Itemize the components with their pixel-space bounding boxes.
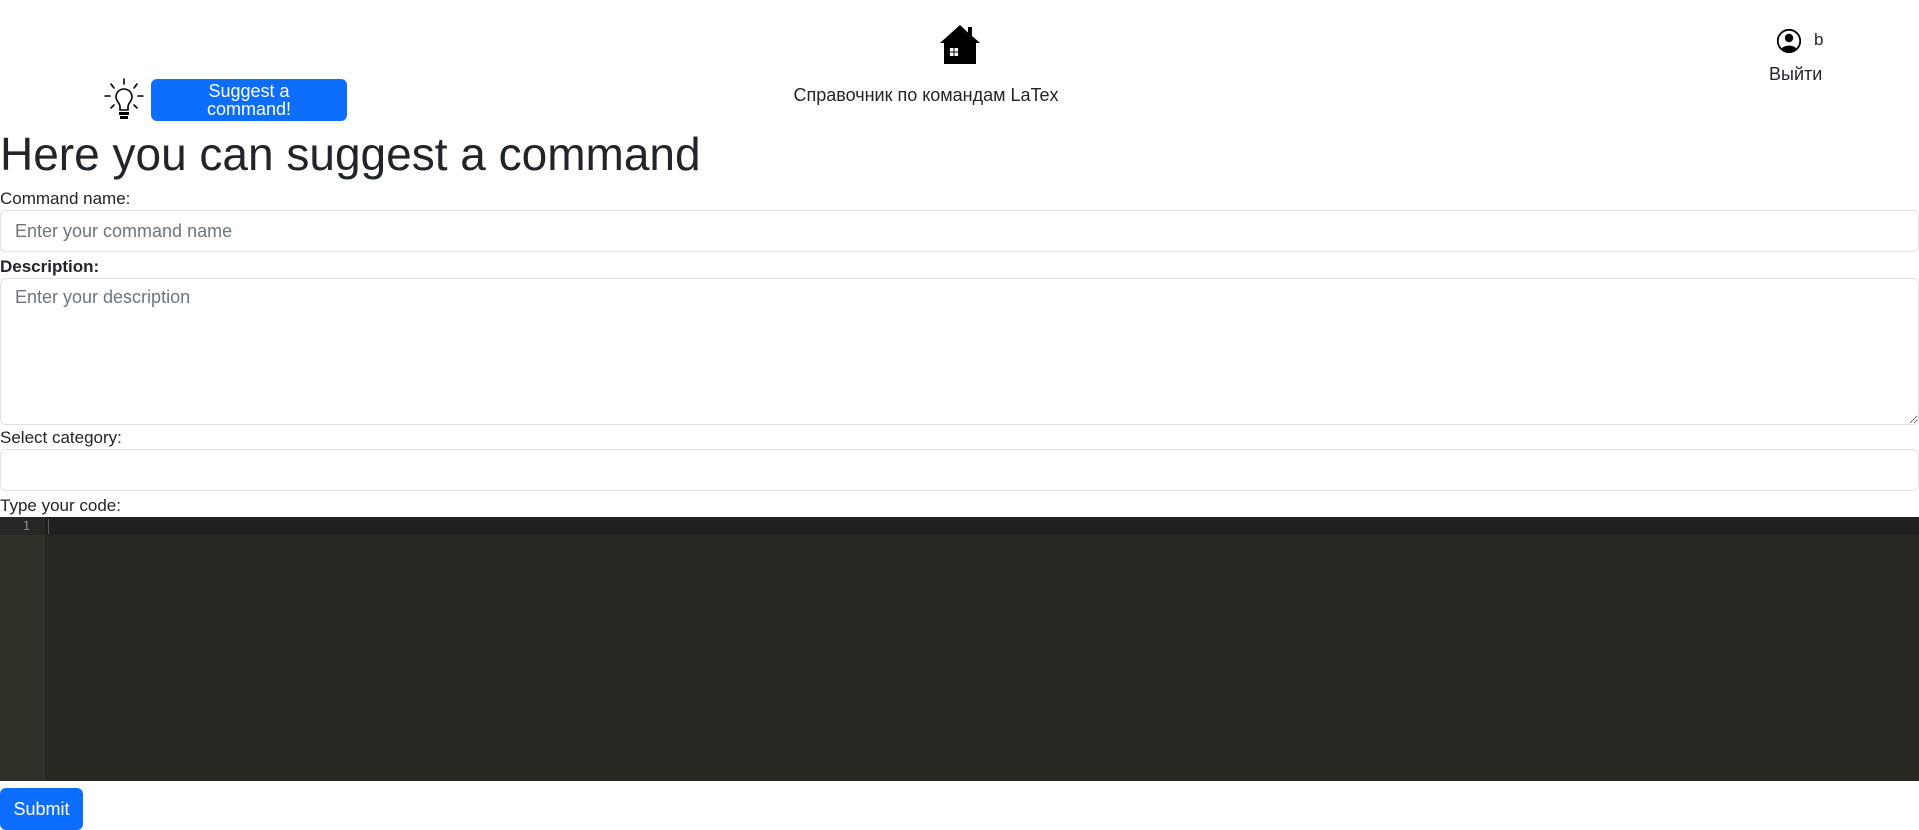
lightbulb-icon — [104, 78, 144, 119]
suggest-command-page: Suggest a command! Справочник по команда… — [0, 0, 1919, 830]
logout-link[interactable]: Выйти — [1769, 64, 1822, 85]
description-textarea[interactable] — [0, 278, 1919, 425]
code-editor[interactable]: 1 — [0, 517, 1919, 781]
page-title: Here you can suggest a command — [0, 128, 701, 180]
code-input-area[interactable] — [45, 517, 1919, 781]
submit-button[interactable]: Submit — [0, 788, 83, 830]
person-circle-icon[interactable] — [1776, 28, 1802, 54]
suggest-form: Here you can suggest a command Command n… — [0, 124, 1919, 781]
suggest-command-button[interactable]: Suggest a command! — [151, 79, 347, 121]
category-select[interactable] — [0, 449, 1919, 491]
site-title: Справочник по командам LaTex — [793, 85, 1059, 105]
command-name-label: Command name: — [0, 189, 131, 208]
home-link[interactable] — [938, 22, 982, 66]
suggest-area: Suggest a command! — [103, 78, 347, 122]
line-number-gutter: 1 — [0, 517, 45, 781]
category-label: Select category: — [0, 428, 122, 447]
active-line — [45, 517, 1919, 535]
code-label: Type your code: — [0, 496, 121, 515]
description-label: Description: — [0, 257, 100, 276]
command-name-input[interactable] — [0, 210, 1919, 252]
house-icon — [940, 25, 980, 64]
text-cursor — [48, 519, 49, 534]
line-number: 1 — [0, 517, 45, 535]
username: b — [1814, 30, 1824, 49]
top-header: Suggest a command! Справочник по команда… — [0, 0, 1919, 130]
